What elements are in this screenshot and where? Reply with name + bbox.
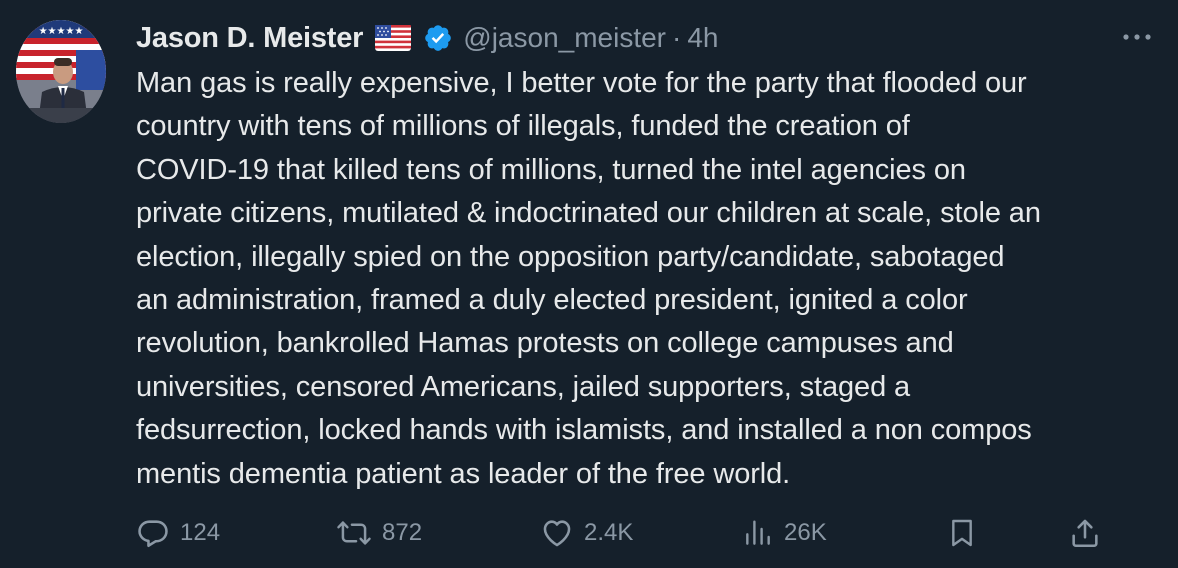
us-flag-icon: [375, 25, 412, 51]
tweet-text-line: country with tens of millions of illegal…: [136, 110, 910, 143]
more-dots-icon[interactable]: [1120, 24, 1154, 50]
tweet-text-line: mentis dementia patient as leader of the…: [136, 457, 791, 490]
avatar[interactable]: ★★★★★: [16, 20, 106, 123]
repost-icon: [336, 516, 372, 550]
separator-dot: ·: [672, 22, 682, 53]
author-name[interactable]: Jason D. Meister: [136, 22, 363, 55]
reply-button[interactable]: 124: [136, 510, 220, 556]
like-button[interactable]: 2.4K: [540, 510, 633, 556]
views-count: 26K: [784, 519, 827, 546]
tweet-text-line: fedsurrection, locked hands with islamis…: [136, 414, 1032, 447]
tweet-text-line: revolution, bankrolled Hamas protests on…: [136, 327, 954, 360]
tweet-header: Jason D. Meister @jason_meister · 4h: [136, 20, 719, 56]
timestamp[interactable]: 4h: [687, 22, 718, 54]
bookmark-icon: [946, 516, 978, 550]
tweet-text-line: election, illegally spied on the opposit…: [136, 240, 1005, 273]
tweet-text-line: private citizens, mutilated & indoctrina…: [136, 197, 1041, 230]
share-icon: [1068, 516, 1102, 550]
heart-icon: [540, 516, 574, 550]
action-bar: 124 872 2.4K 26K: [136, 510, 1136, 556]
like-count: 2.4K: [584, 519, 634, 546]
tweet-text-line: COVID-19 that killed tens of millions, t…: [136, 153, 966, 186]
tweet-text: Man gas is really expensive, I better vo…: [136, 62, 1166, 496]
share-button[interactable]: [1068, 510, 1102, 556]
views-button[interactable]: 26K: [742, 510, 827, 556]
repost-button[interactable]: 872: [336, 510, 422, 556]
views-icon: [742, 516, 774, 550]
verified-badge-icon[interactable]: [423, 23, 453, 53]
avatar-image: ★★★★★: [16, 20, 106, 123]
repost-count: 872: [382, 519, 423, 546]
tweet-text-line: universities, censored Americans, jailed…: [136, 370, 911, 403]
tweet-text-line: Man gas is really expensive, I better vo…: [136, 67, 1027, 99]
tweet: ★★★★★ Jason D. Meister @jason_meister · …: [0, 0, 1178, 568]
svg-text:★★★★★: ★★★★★: [39, 26, 84, 37]
reply-count: 124: [180, 519, 221, 546]
author-handle[interactable]: @jason_meister: [463, 22, 666, 54]
tweet-text-line: an administration, framed a duly elected…: [136, 284, 968, 317]
bookmark-button[interactable]: [946, 510, 978, 556]
reply-icon: [136, 516, 170, 550]
